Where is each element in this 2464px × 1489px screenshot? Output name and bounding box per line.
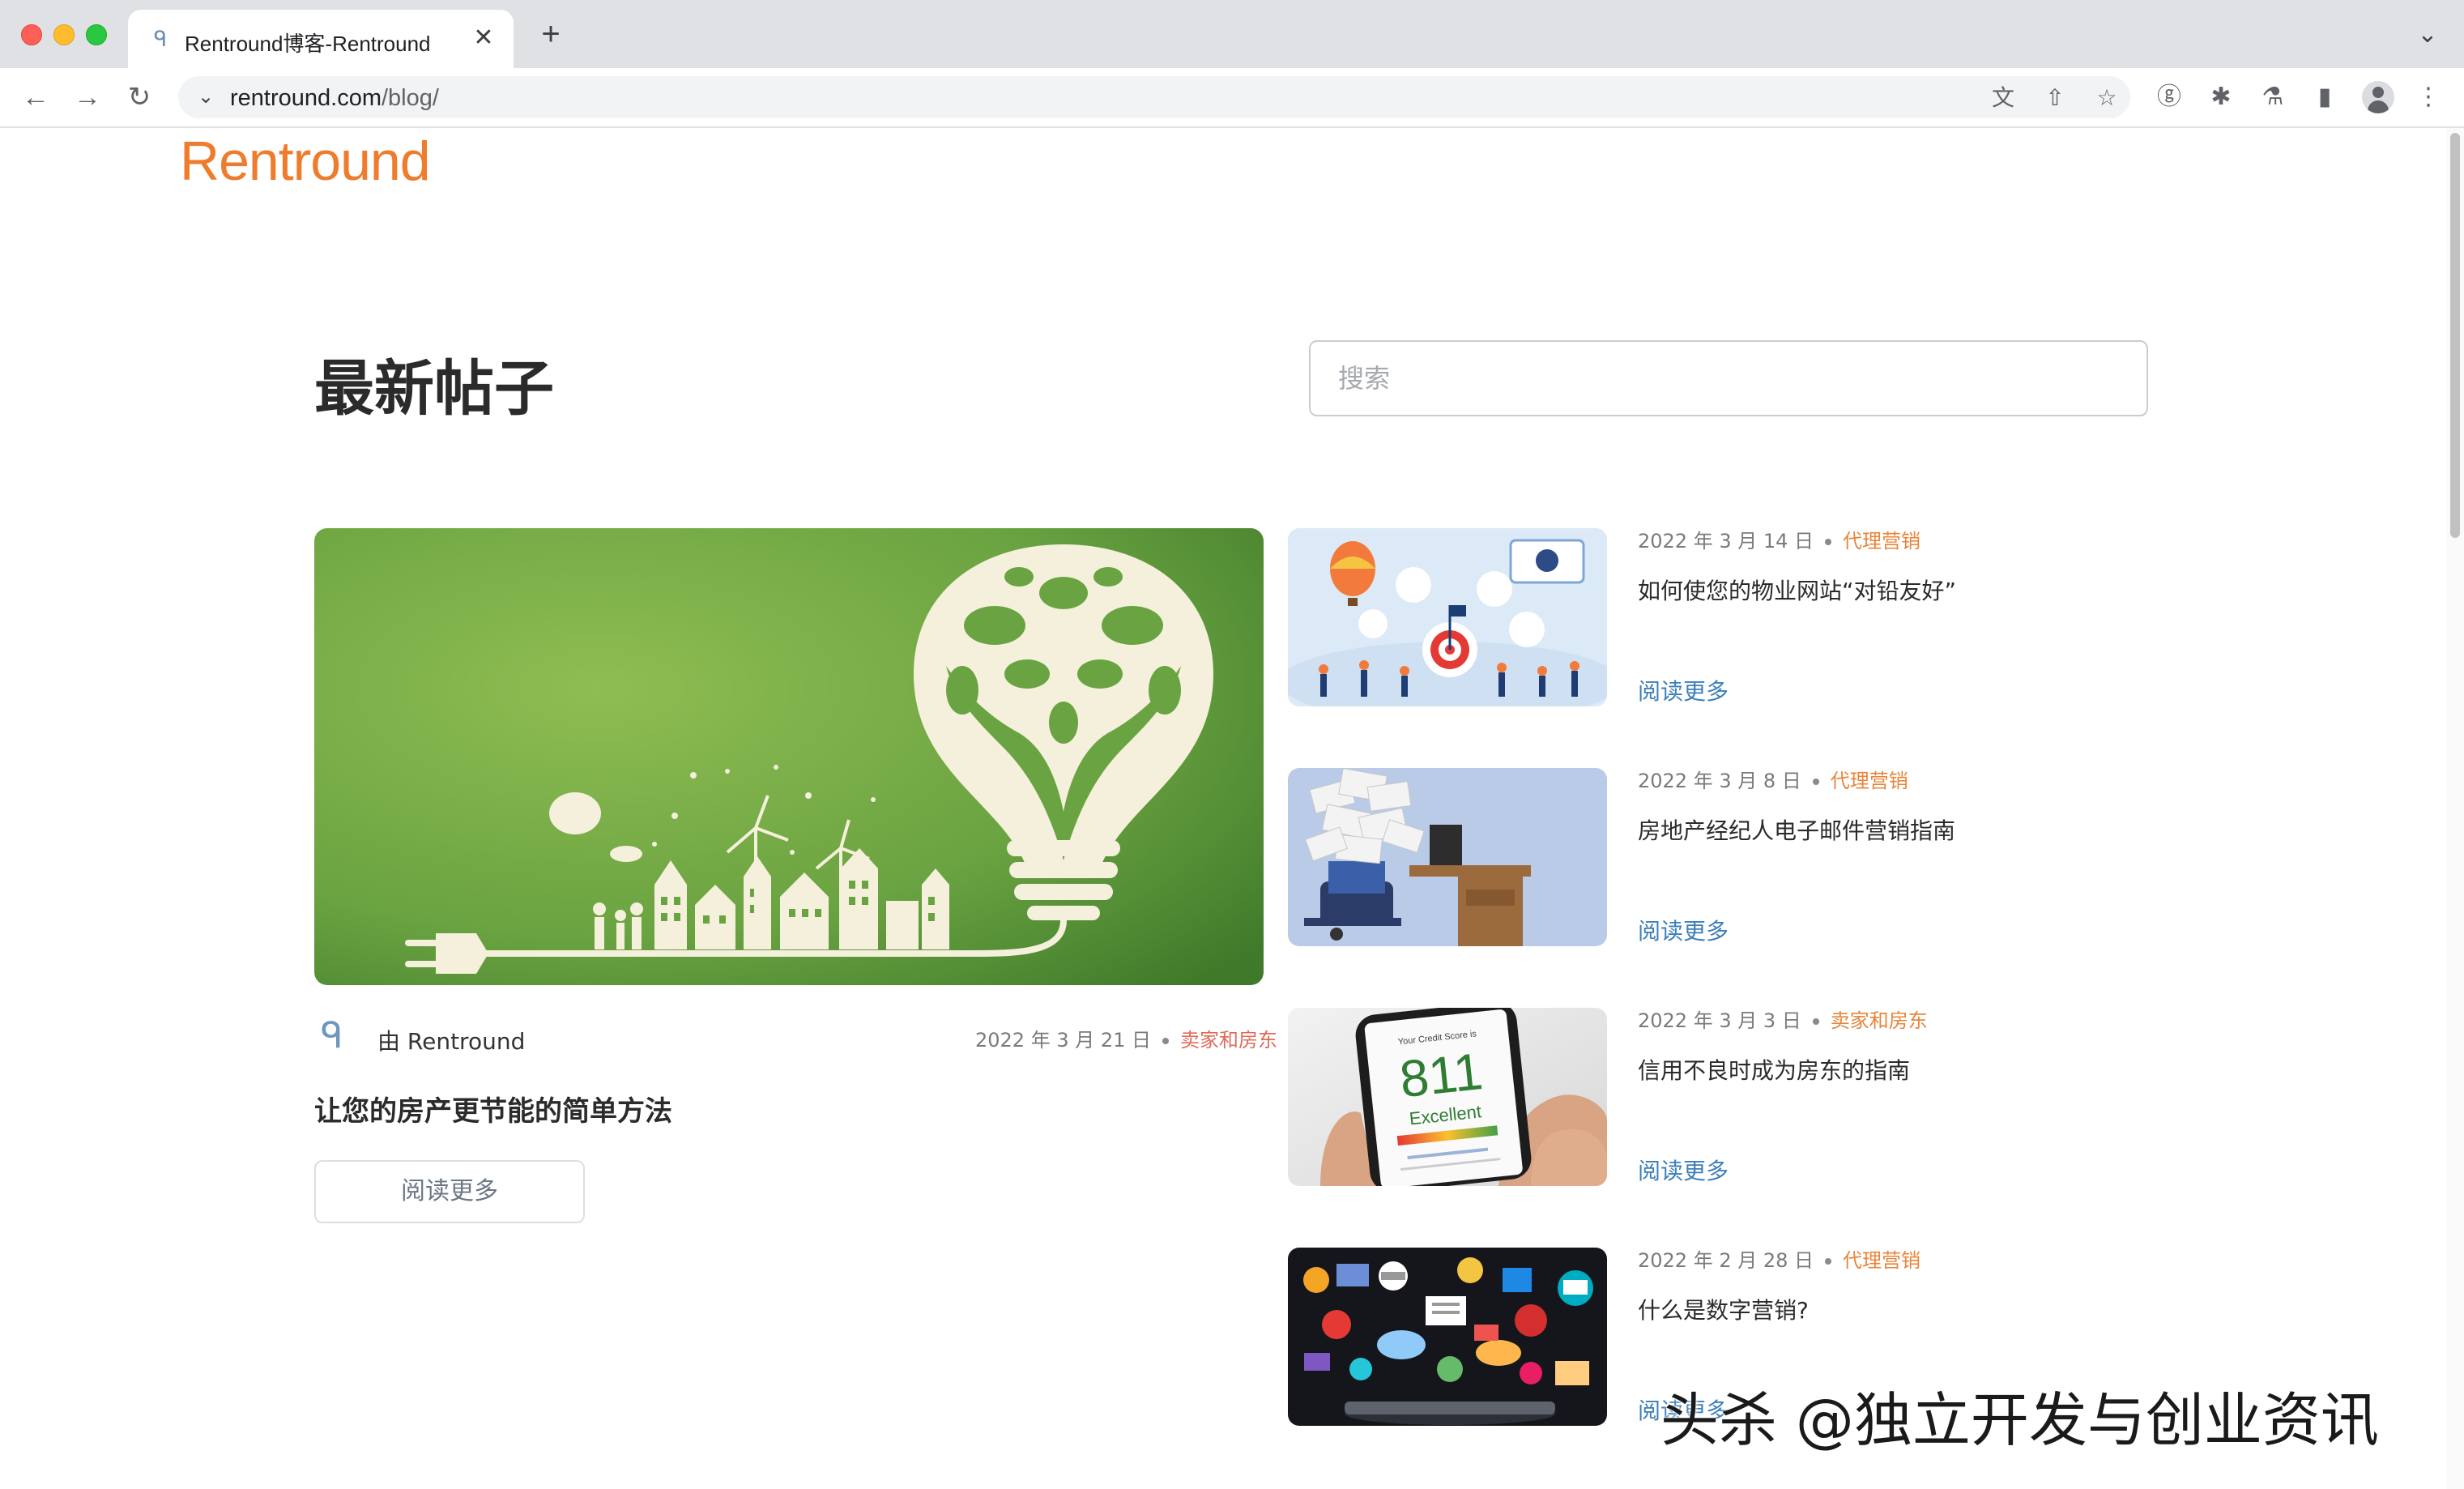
new-tab-button[interactable]: + xyxy=(535,18,567,50)
page-content: Rentround 最新帖子 搜索 ᑫ 由 Rentround 2022 年 3… xyxy=(0,128,2446,1489)
bookmark-star-icon[interactable]: ☆ xyxy=(2093,84,2121,112)
featured-meta: 2022 年 3 月 21 日 卖家和房东 xyxy=(975,1024,1277,1052)
post-meta-4: 2022 年 2 月 28 日 代理营销 xyxy=(1638,1244,1920,1273)
url-text[interactable]: rentround.com/blog/ xyxy=(230,85,439,112)
post-date: 2022 年 3 月 8 日 xyxy=(1638,770,1801,792)
post-category-link[interactable]: 代理营销 xyxy=(1843,1249,1920,1272)
url-path: /blog/ xyxy=(382,85,439,111)
browser-menu-icon[interactable]: ⋮ xyxy=(2414,83,2443,112)
post-category-link[interactable]: 代理营销 xyxy=(1831,770,1908,792)
share-icon[interactable]: ⇧ xyxy=(2041,84,2069,112)
meta-separator-dot xyxy=(1812,779,1819,785)
credit-score-number: 811 xyxy=(1397,1042,1486,1108)
window-zoom-button[interactable] xyxy=(86,24,107,45)
tab-close-icon[interactable]: ✕ xyxy=(470,24,497,52)
labs-flask-icon[interactable]: ⚗ xyxy=(2258,83,2287,112)
meta-separator-dot xyxy=(1825,1258,1832,1265)
post-category-link[interactable]: 卖家和房东 xyxy=(1831,1009,1928,1032)
browser-tab-active[interactable]: ᑫ Rentround博客-Rentround ✕ xyxy=(128,10,514,68)
post-title-1[interactable]: 如何使您的物业网站“对铅友好” xyxy=(1638,574,1956,606)
eco-lightbulb-illustration xyxy=(314,528,1264,985)
post-title-2[interactable]: 房地产经纪人电子邮件营销指南 xyxy=(1638,813,1955,846)
post-thumbnail-3[interactable]: Your Credit Score is 811 Excellent xyxy=(1288,1008,1607,1186)
post-read-more-link-3[interactable]: 阅读更多 xyxy=(1638,1154,1729,1186)
reload-icon[interactable]: ↻ xyxy=(121,79,157,115)
browser-toolbar: ← → ↻ ⌄ rentround.com/blog/ 文 ⇧ ☆ ⓖ ✱ ⚗ … xyxy=(0,68,2464,128)
post-read-more-link-1[interactable]: 阅读更多 xyxy=(1638,674,1729,706)
author-avatar-icon: ᑫ xyxy=(321,1016,343,1056)
featured-post-image[interactable] xyxy=(314,528,1264,985)
featured-author: 由 Rentround xyxy=(377,1028,526,1055)
meta-separator-dot xyxy=(1162,1038,1170,1044)
email-overload-illustration-image xyxy=(1288,768,1607,946)
watermark-overlay: 头杀 @独立开发与创业资讯 xyxy=(1660,1386,2379,1454)
tab-title: Rentround博客-Rentround xyxy=(185,32,431,56)
credit-score-phone-image: Your Credit Score is 811 Excellent xyxy=(1288,1008,1607,1186)
featured-category-link[interactable]: 卖家和房东 xyxy=(1180,1029,1277,1052)
marketing-illustration-image xyxy=(1288,528,1607,706)
post-title-3[interactable]: 信用不良时成为房东的指南 xyxy=(1638,1053,1910,1086)
site-info-chevron-icon[interactable]: ⌄ xyxy=(193,84,219,110)
meta-separator-dot xyxy=(1825,539,1832,545)
scrollbar-thumb[interactable] xyxy=(2450,133,2460,538)
post-title-4[interactable]: 什么是数字营销? xyxy=(1638,1293,1809,1325)
tab-search-chevron-icon[interactable]: ⌄ xyxy=(2414,21,2441,49)
meta-separator-dot xyxy=(1812,1018,1819,1025)
post-date: 2022 年 3 月 14 日 xyxy=(1638,530,1814,553)
window-minimize-button[interactable] xyxy=(53,24,75,45)
extensions-puzzle-icon[interactable]: ✱ xyxy=(2206,83,2236,112)
page-title: 最新帖子 xyxy=(314,354,554,424)
search-input[interactable] xyxy=(1309,340,2148,416)
digital-marketing-icons-image xyxy=(1288,1248,1607,1426)
site-logo[interactable]: Rentround xyxy=(180,130,431,193)
featured-read-more-button[interactable]: 阅读更多 xyxy=(314,1160,585,1223)
browser-tab-bar: ᑫ Rentround博客-Rentround ✕ + ⌄ xyxy=(0,0,2464,68)
post-date: 2022 年 2 月 28 日 xyxy=(1638,1249,1814,1272)
post-category-link[interactable]: 代理营销 xyxy=(1843,530,1920,553)
forward-arrow-icon[interactable]: → xyxy=(70,79,105,115)
post-thumbnail-1[interactable] xyxy=(1288,528,1607,706)
url-host: rentround.com xyxy=(230,85,382,111)
post-meta-2: 2022 年 3 月 8 日 代理营销 xyxy=(1638,765,1908,793)
rentround-favicon-icon: ᑫ xyxy=(153,27,168,51)
back-arrow-icon[interactable]: ← xyxy=(18,79,53,115)
profile-avatar-icon[interactable] xyxy=(2362,81,2394,113)
post-thumbnail-2[interactable] xyxy=(1288,768,1607,946)
featured-post-title[interactable]: 让您的房产更节能的简单方法 xyxy=(314,1089,672,1128)
post-thumbnail-4[interactable] xyxy=(1288,1248,1607,1426)
address-bar[interactable]: ⌄ rentround.com/blog/ 文 ⇧ ☆ xyxy=(178,76,2130,118)
post-meta-3: 2022 年 3 月 3 日 卖家和房东 xyxy=(1638,1005,1928,1033)
translate-icon[interactable]: 文 xyxy=(1989,84,2017,112)
grammarly-extension-icon[interactable]: ⓖ xyxy=(2155,83,2184,112)
page-scrollbar[interactable] xyxy=(2446,128,2464,1489)
featured-date: 2022 年 3 月 21 日 xyxy=(975,1029,1152,1052)
post-read-more-link-2[interactable]: 阅读更多 xyxy=(1638,914,1729,946)
side-panel-icon[interactable]: ▮ xyxy=(2310,83,2339,112)
post-date: 2022 年 3 月 3 日 xyxy=(1638,1009,1801,1032)
post-meta-1: 2022 年 3 月 14 日 代理营销 xyxy=(1638,525,1920,553)
window-close-button[interactable] xyxy=(21,24,42,45)
